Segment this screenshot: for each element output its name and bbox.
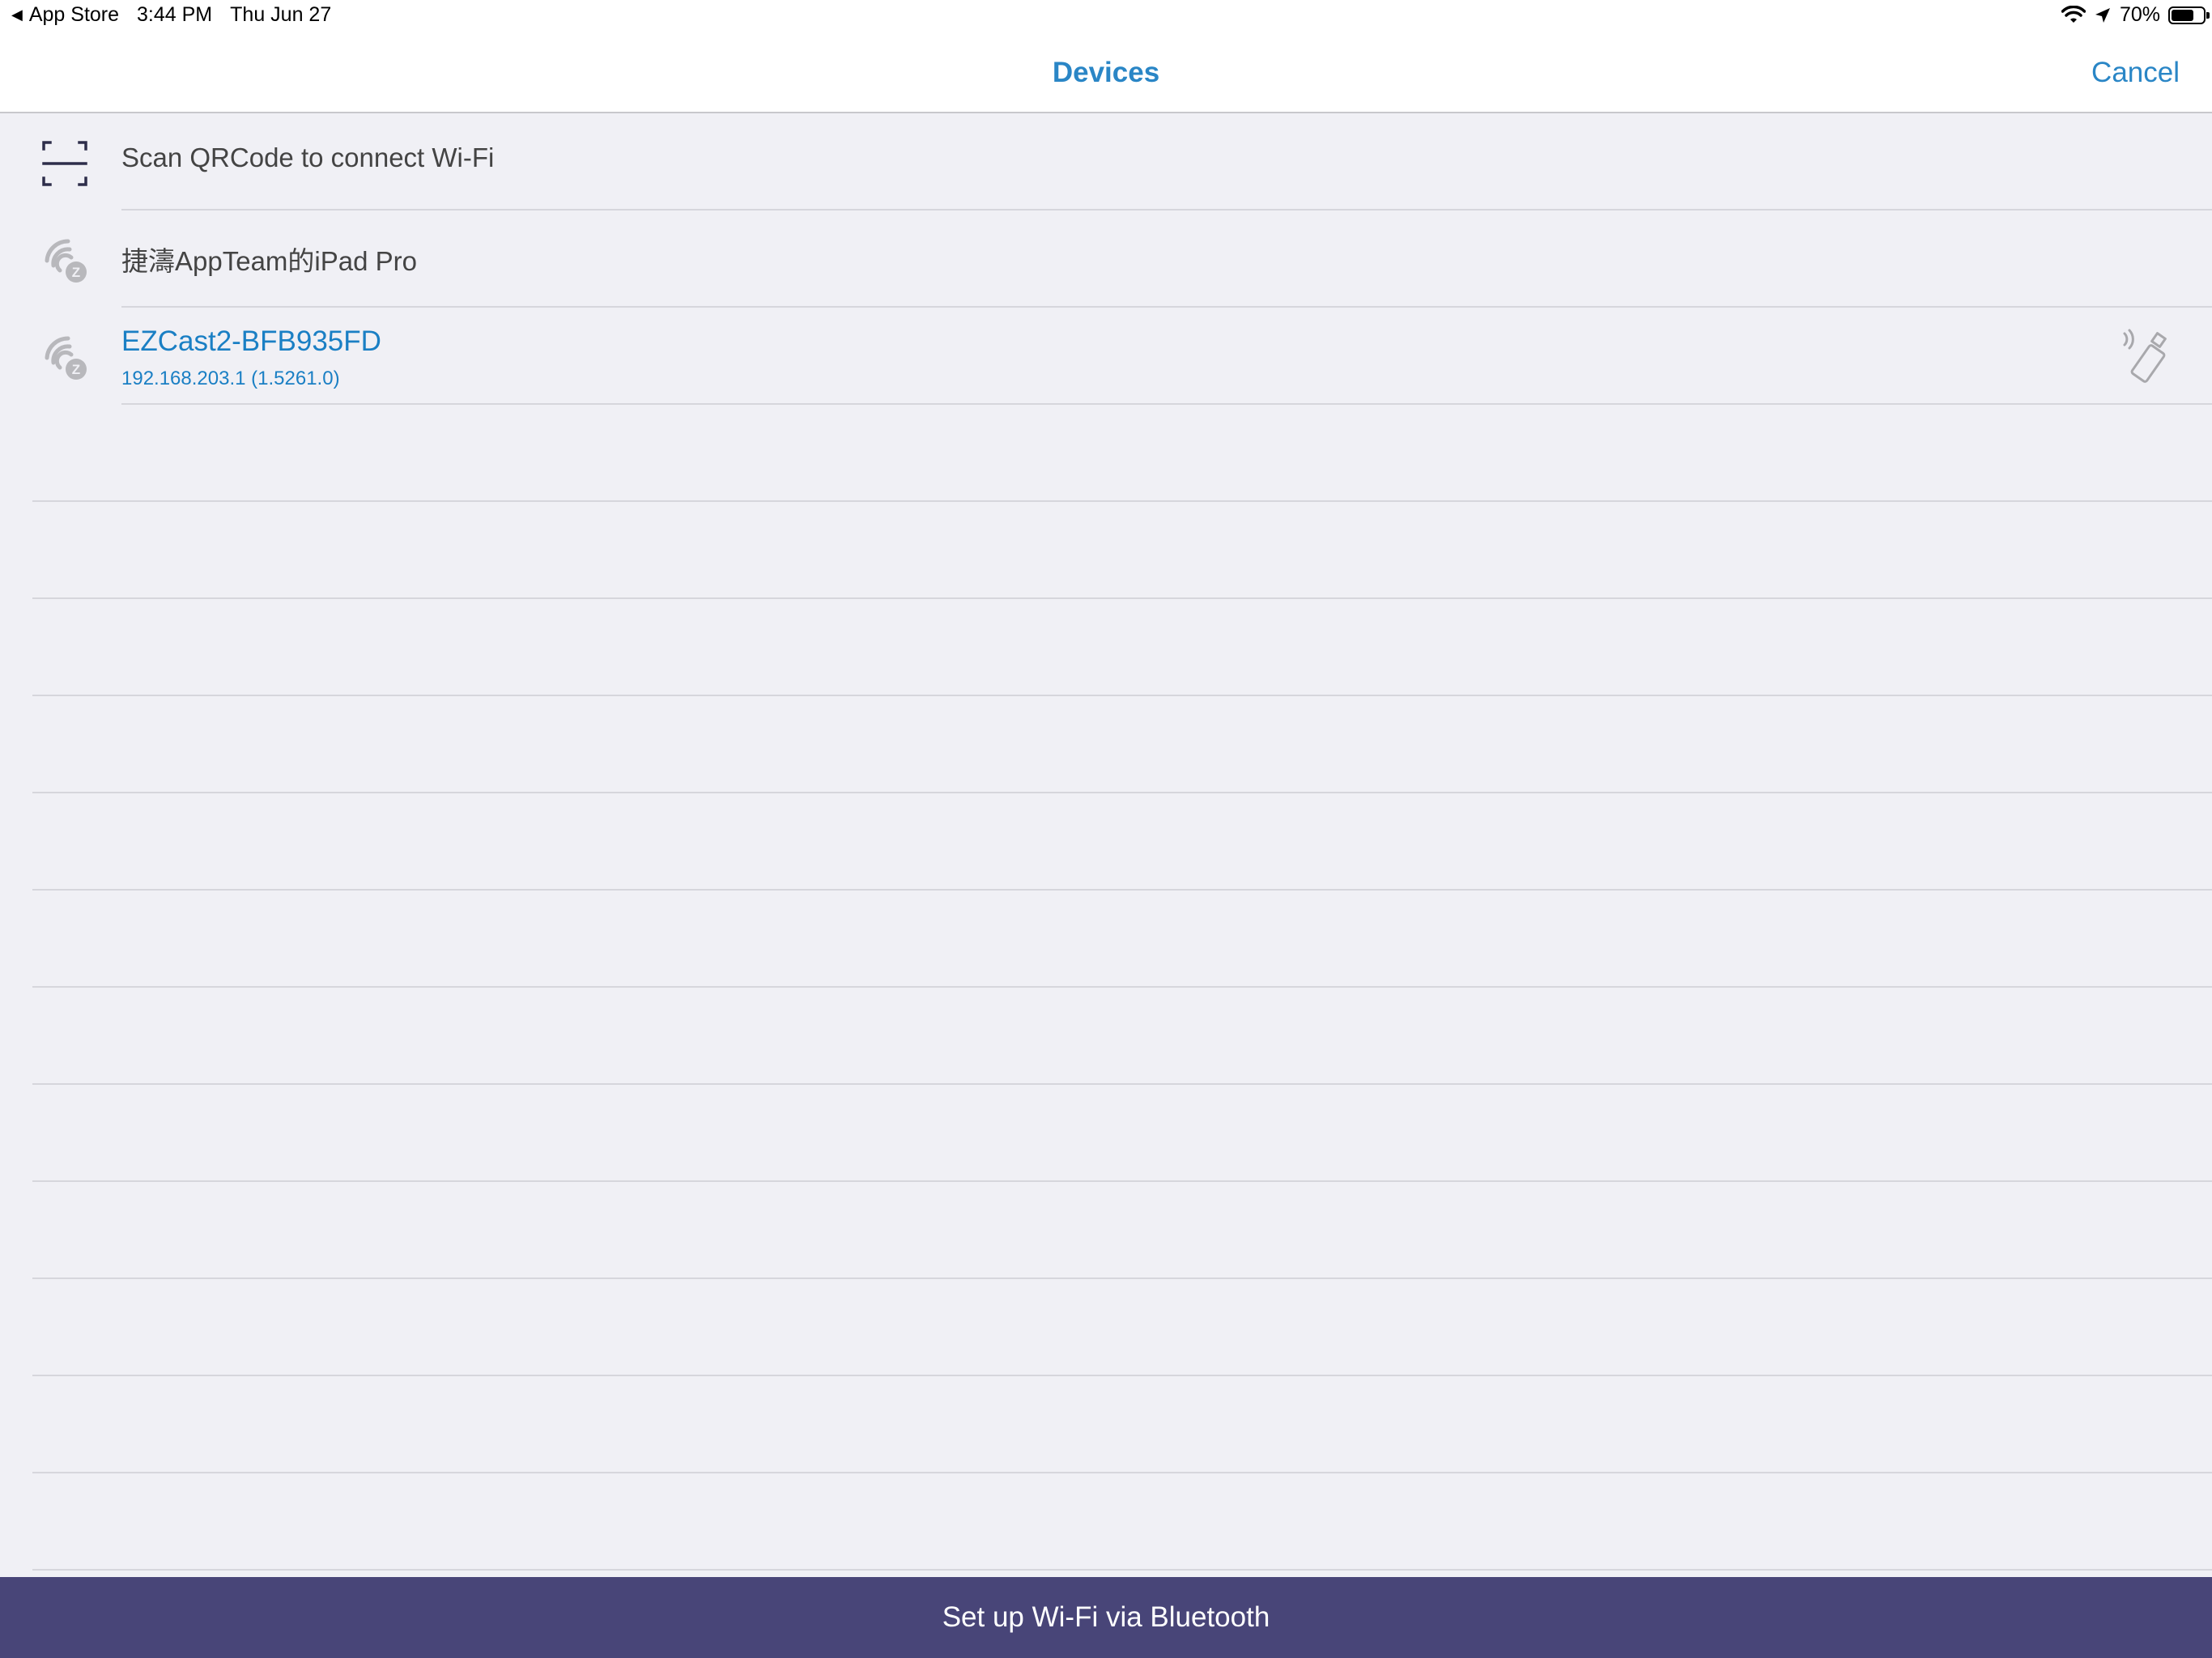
status-date: Thu Jun 27 <box>230 3 332 26</box>
cancel-button[interactable]: Cancel <box>2091 57 2180 89</box>
local-device-row[interactable]: Z 捷濤AppTeam的iPad Pro <box>0 210 2212 308</box>
empty-row <box>0 599 2212 696</box>
back-to-app-link[interactable]: App Store <box>29 3 119 27</box>
empty-row <box>0 1279 2212 1376</box>
status-bar-right: 70% <box>2053 3 2210 27</box>
status-bar: ◀ App Store 3:44 PM Thu Jun 27 70% <box>0 0 2212 32</box>
empty-row <box>0 502 2212 599</box>
app-root: ◀ App Store 3:44 PM Thu Jun 27 70% Devic… <box>0 0 2212 1658</box>
status-time: 3:44 PM <box>137 3 213 26</box>
navigation-bar: Devices Cancel <box>0 32 2212 113</box>
scan-qrcode-row[interactable]: Scan QRCode to connect Wi-Fi <box>0 113 2212 210</box>
empty-row <box>0 696 2212 793</box>
empty-row <box>0 988 2212 1085</box>
local-device-label: 捷濤AppTeam的iPad Pro <box>121 246 417 276</box>
scan-qrcode-label: Scan QRCode to connect Wi-Fi <box>121 142 495 172</box>
svg-text:Z: Z <box>72 265 80 280</box>
page-title: Devices <box>1052 57 1160 88</box>
empty-row <box>0 1376 2212 1473</box>
device-list: Scan QRCode to connect Wi-Fi Z 捷濤AppTeam… <box>0 113 2212 1571</box>
empty-row <box>0 891 2212 988</box>
setup-wifi-bluetooth-button[interactable]: Set up Wi-Fi via Bluetooth <box>0 1577 2212 1658</box>
empty-row <box>0 1085 2212 1182</box>
wifi-icon <box>2061 5 2086 23</box>
status-bar-left: ◀ App Store 3:44 PM Thu Jun 27 <box>11 3 349 27</box>
battery-icon <box>2168 6 2210 24</box>
device-name: EZCast2-BFB935FD <box>121 325 381 357</box>
back-caret-icon[interactable]: ◀ <box>11 6 23 23</box>
ezcast-device-row[interactable]: Z EZCast2-BFB935FD 192.168.203.1 (1.5261… <box>0 308 2212 405</box>
battery-percent: 70% <box>2119 3 2160 26</box>
row-separator <box>32 1569 2212 1571</box>
empty-row <box>0 405 2212 502</box>
empty-row <box>0 1473 2212 1571</box>
ezcast-signal-icon: Z <box>45 239 87 283</box>
battery-nub <box>2206 11 2210 19</box>
svg-text:Z: Z <box>72 362 80 377</box>
device-address: 192.168.203.1 (1.5261.0) <box>121 368 340 389</box>
empty-row <box>0 793 2212 891</box>
ezcast-signal-icon: Z <box>45 336 87 380</box>
dongle-signal-icon[interactable] <box>2118 329 2176 387</box>
empty-row <box>0 1182 2212 1279</box>
battery-fill <box>2172 9 2193 21</box>
qr-scan-icon <box>42 141 87 186</box>
location-arrow-icon <box>2095 7 2110 23</box>
